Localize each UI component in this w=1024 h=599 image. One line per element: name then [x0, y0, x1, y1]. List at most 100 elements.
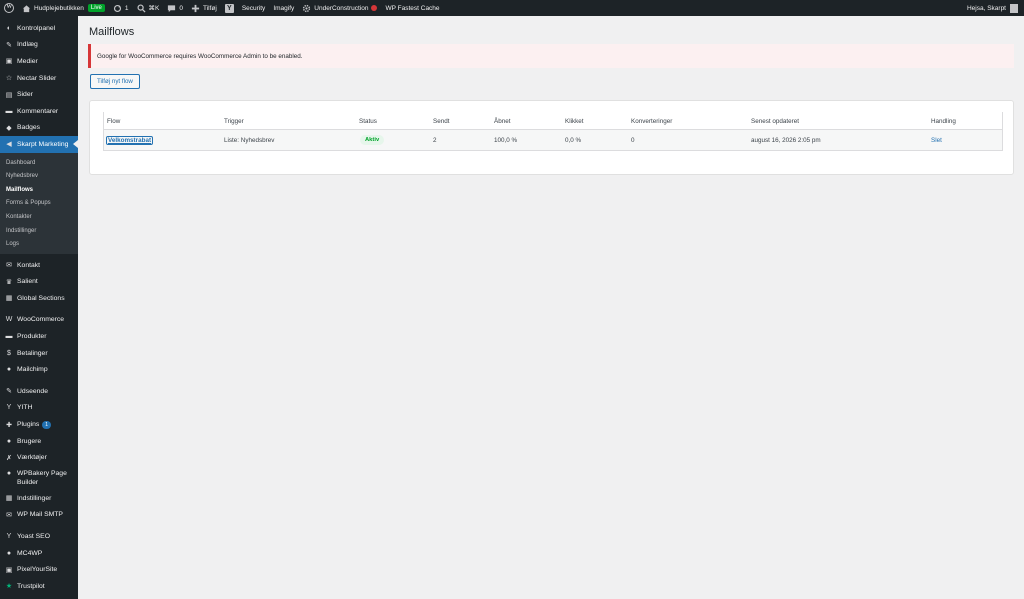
sidebar-item-label: Yoast SEO	[17, 533, 50, 541]
submenu-item-kontakter[interactable]: Kontakter	[0, 210, 78, 224]
sidebar-item-brugere[interactable]: ● Brugere	[0, 433, 78, 450]
star-icon: ☆	[5, 75, 13, 83]
sidebar-item-pixelyoursite[interactable]: ▣ PixelYourSite	[0, 561, 78, 578]
plus-icon	[191, 4, 200, 12]
submenu-item-logs[interactable]: Logs	[0, 237, 78, 251]
submenu-item-mailflows[interactable]: Mailflows	[0, 183, 78, 197]
clicked-cell: 0,0 %	[565, 136, 582, 144]
fastest-cache-menu[interactable]: WP Fastest Cache	[381, 0, 443, 16]
imagify-label: Imagify	[273, 4, 295, 12]
sidebar-item-badges[interactable]: ◆ Badges	[0, 120, 78, 137]
sidebar-item-produkter[interactable]: ▬ Produkter	[0, 328, 78, 345]
underconstruction-label: UnderConstruction	[314, 4, 369, 12]
sidebar-item-sider[interactable]: ▤ Sider	[0, 86, 78, 103]
sidebar-item-mc4wp[interactable]: ● MC4WP	[0, 545, 78, 562]
sidebar-item-yith[interactable]: Y YITH	[0, 400, 78, 417]
mailchimp-icon: ●	[6, 366, 12, 374]
updates-menu[interactable]: 1	[109, 0, 133, 16]
table-row: Velkomstrabat Liste: Nyhedsbrev Aktiv 2 …	[104, 129, 1002, 150]
admin-sidebar: ◐ Kontrolpanel ✎ Indlæg ▣ Medier ☆ Nectar Slide…	[0, 16, 78, 599]
sidebar-item-wpbakery-page-builder[interactable]: ● WPBakery Page Builder	[0, 466, 78, 490]
sidebar-item-label: Produkter	[17, 333, 47, 341]
delete-link[interactable]: Slet	[931, 137, 942, 144]
site-name-menu[interactable]: Hudplejebutikken Live	[18, 0, 109, 16]
wp-logo-menu[interactable]	[0, 0, 18, 16]
imagify-menu[interactable]: Imagify	[269, 0, 298, 16]
sidebar-item-kommentarer[interactable]: ▬ Kommentarer	[0, 103, 78, 120]
security-menu[interactable]: Security	[238, 0, 269, 16]
sidebar-item-mailchimp[interactable]: ● Mailchimp	[0, 361, 78, 378]
updates-count: 1	[124, 4, 129, 12]
sidebar-item-trustpilot[interactable]: ★ Trustpilot	[0, 578, 78, 595]
update-count-badge: 1	[42, 420, 52, 429]
admin-bar: Hudplejebutikken Live 1 ⌘K 0 Tilføj Y Se…	[0, 0, 1024, 16]
add-new-menu[interactable]: Tilføj	[187, 0, 221, 16]
sidebar-item-label: Skarpt Marketing	[17, 140, 69, 148]
sidebar-item-skarpt-marketing[interactable]: ◀ Skarpt Marketing	[0, 136, 78, 153]
comments-menu[interactable]: 0	[163, 0, 187, 16]
skarpt-marketing-submenu: Dashboard Nyhedsbrev Mailflows Forms & Popu…	[0, 152, 78, 254]
header-status: Status	[359, 117, 377, 125]
my-account-menu[interactable]: Hejsa, Skarpt	[966, 3, 1024, 13]
notice-text: Google for WooCommerce requires WooComme…	[97, 52, 303, 60]
sidebar-item-værktøjer[interactable]: ✗ Værktøjer	[0, 449, 78, 466]
sidebar-item-kontakt[interactable]: ✉ Kontakt	[0, 257, 78, 274]
sidebar-item-plugins[interactable]: ✚ Plugins 1	[0, 416, 78, 433]
submenu-item-nyhedsbrev[interactable]: Nyhedsbrev	[0, 169, 78, 183]
sidebar-item-label: WP Mail SMTP	[17, 511, 63, 519]
sidebar-item-indstillinger[interactable]: ▦ Indstillinger	[0, 490, 78, 507]
sidebar-item-betalinger[interactable]: $ Betalinger	[0, 345, 78, 362]
sidebar-item-woocommerce[interactable]: W WooCommerce	[0, 312, 78, 329]
sidebar-item-label: Indstillinger	[17, 494, 52, 502]
opened-cell: 100,0 %	[494, 136, 518, 144]
sidebar-item-label: Plugins	[17, 421, 40, 429]
home-icon	[22, 4, 31, 12]
media-icon: ▣	[5, 58, 13, 66]
main-content: Mailflows Google for WooCommerce require…	[78, 16, 1024, 599]
sidebar-item-yoast-seo[interactable]: Y Yoast SEO	[0, 528, 78, 545]
header-updated: Senest opdateret	[751, 117, 799, 125]
sidebar-item-nectar-slider[interactable]: ☆ Nectar Slider	[0, 70, 78, 87]
greeting: Hejsa, Skarpt	[966, 4, 1006, 12]
wordpress-icon	[4, 3, 14, 13]
submenu-item-forms-popups[interactable]: Forms & Popups	[0, 197, 78, 211]
submenu-item-indstillinger[interactable]: Indstillinger	[0, 224, 78, 238]
sidebar-item-label: Medier	[17, 57, 38, 65]
flow-name-link[interactable]: Velkomstrabat	[106, 135, 154, 145]
sidebar-item-label: Salient	[17, 278, 38, 286]
gear-icon	[303, 4, 311, 12]
add-flow-button[interactable]: Tilføj nyt flow	[90, 74, 140, 89]
search-menu[interactable]: ⌘K	[133, 0, 164, 16]
sidebar-item-udseende[interactable]: ✎ Udseende	[0, 383, 78, 400]
header-opened: Åbnet	[494, 117, 511, 125]
header-trigger: Trigger	[224, 117, 244, 125]
yith-icon: Y	[6, 404, 12, 412]
submenu-item-dashboard[interactable]: Dashboard	[0, 156, 78, 170]
wpbakery-icon: ●	[6, 469, 12, 477]
sidebar-item-wp-mail-smtp[interactable]: ✉ WP Mail SMTP	[0, 507, 78, 524]
mc4wp-icon: ●	[6, 549, 12, 557]
yoast-menu[interactable]: Y	[221, 0, 238, 16]
underconstruction-menu[interactable]: UnderConstruction	[298, 0, 381, 16]
sidebar-item-label: Betalinger	[17, 349, 48, 357]
sidebar-item-indlæg[interactable]: ✎ Indlæg	[0, 37, 78, 54]
sidebar-item-global-sections[interactable]: ▦ Global Sections	[0, 290, 78, 307]
sidebar-item-salient[interactable]: ♛ Salient	[0, 274, 78, 291]
woo-icon: W	[5, 316, 13, 324]
status-dot-icon	[371, 5, 378, 11]
header-conversions: Konverteringer	[631, 117, 673, 125]
table-header-row: Flow Trigger Status Sendt Åbnet Klikket …	[104, 112, 1002, 129]
comment-icon	[168, 4, 176, 12]
sidebar-item-medier[interactable]: ▣ Medier	[0, 53, 78, 70]
site-name: Hudplejebutikken	[34, 4, 84, 12]
header-clicked: Klikket	[565, 117, 584, 125]
trigger-cell: Liste: Nyhedsbrev	[224, 136, 275, 144]
page-icon: ▤	[5, 91, 13, 99]
header-flow: Flow	[107, 117, 121, 125]
fastest-cache-label: WP Fastest Cache	[385, 4, 440, 12]
pixel-icon: ▣	[5, 566, 13, 574]
sidebar-item-label: Sider	[17, 91, 33, 99]
dashboard-icon: ◐	[6, 24, 12, 32]
sidebar-item-kontrolpanel[interactable]: ◐ Kontrolpanel	[0, 20, 78, 37]
mail-icon: ✉	[6, 262, 12, 270]
